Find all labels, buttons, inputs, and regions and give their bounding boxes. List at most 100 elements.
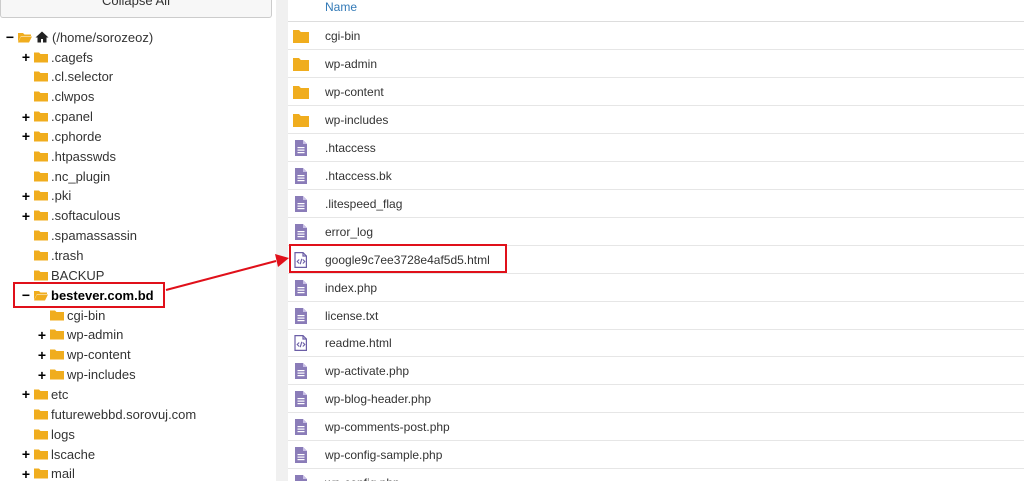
tree-item[interactable]: +.spamassassin: [20, 227, 137, 245]
folder-icon: [293, 113, 309, 127]
name-column-header[interactable]: Name: [288, 0, 1024, 22]
folder-icon: [34, 71, 48, 82]
tree-item-label: .cl.selector: [51, 69, 114, 85]
panel-divider[interactable]: [276, 0, 288, 481]
highlight-box-file: [289, 244, 507, 273]
text-file-icon: [295, 475, 307, 481]
tree-item-label: wp-includes: [67, 367, 136, 383]
tree-item-label: .cpanel: [51, 109, 93, 125]
file-row[interactable]: wp-comments-post.php: [288, 413, 1024, 442]
tree-item-label: mail: [51, 466, 75, 481]
tree-item-label: .cagefs: [51, 49, 93, 65]
folder-icon: [293, 30, 309, 43]
tree-item[interactable]: + .cagefs: [20, 48, 93, 66]
tree-item-label: .clwpos: [51, 89, 95, 105]
code-file-icon: [294, 335, 307, 352]
folder-icon: [34, 230, 48, 241]
tree-item[interactable]: + .pki: [20, 187, 71, 205]
tree-item[interactable]: + etc: [20, 385, 68, 403]
file-row[interactable]: wp-config.php: [288, 469, 1024, 481]
tree-item[interactable]: + .cphorde: [20, 127, 102, 145]
tree-item[interactable]: +futurewebbd.sorovuj.com: [20, 405, 196, 423]
expand-toggle-icon[interactable]: +: [20, 387, 32, 401]
folder-icon: [293, 85, 309, 99]
expand-toggle-icon[interactable]: +: [20, 50, 32, 64]
file-name: cgi-bin: [325, 29, 361, 43]
tree-item-label: .pki: [51, 188, 72, 204]
folder-icon: [34, 151, 48, 162]
file-row[interactable]: .htaccess: [288, 134, 1024, 162]
expand-toggle-icon[interactable]: +: [20, 467, 32, 481]
tree-item-label: cgi-bin: [67, 307, 106, 323]
file-row[interactable]: wp-includes: [288, 106, 1024, 134]
file-name: readme.html: [325, 336, 392, 351]
tree-item[interactable]: + wp-includes: [36, 366, 136, 384]
file-row[interactable]: wp-blog-header.php: [288, 385, 1024, 414]
folder-icon: [34, 52, 48, 62]
name-column-label[interactable]: Name: [325, 0, 357, 14]
file-row[interactable]: wp-content: [288, 78, 1024, 106]
tree-item-label: futurewebbd.sorovuj.com: [51, 406, 197, 422]
expand-toggle-icon[interactable]: +: [20, 129, 32, 143]
tree-root-label: (/home/sorozeoz): [52, 29, 154, 45]
text-file-icon: [295, 279, 307, 296]
file-row[interactable]: wp-activate.php: [288, 357, 1024, 386]
tree-item[interactable]: +.cl.selector: [20, 68, 113, 86]
tree-item[interactable]: +.htpasswds: [20, 147, 116, 165]
tree-item[interactable]: + wp-admin: [36, 326, 123, 344]
expand-toggle-icon[interactable]: +: [36, 348, 48, 362]
collapse-all-button[interactable]: Collapse All: [0, 0, 272, 18]
expand-toggle-icon[interactable]: +: [36, 328, 48, 342]
folder-icon: [34, 270, 48, 281]
tree-item-label: .spamassassin: [51, 228, 137, 244]
expand-toggle-icon[interactable]: +: [20, 110, 32, 124]
file-row[interactable]: license.txt: [288, 302, 1024, 330]
folder-icon: [50, 369, 64, 380]
expand-toggle-icon[interactable]: +: [36, 368, 48, 382]
highlight-box-folder: [13, 282, 165, 308]
folder-icon: [34, 91, 48, 102]
tree-item[interactable]: +logs: [20, 425, 75, 443]
expand-toggle-icon[interactable]: +: [20, 447, 32, 461]
file-row[interactable]: readme.html: [288, 329, 1024, 358]
file-name: wp-activate.php: [325, 364, 410, 379]
text-file-icon: [295, 195, 307, 212]
tree-item[interactable]: + mail: [20, 465, 75, 481]
tree-item[interactable]: + lscache: [20, 445, 95, 463]
tree-item[interactable]: +.clwpos: [20, 88, 94, 106]
tree-item[interactable]: + wp-content: [36, 346, 131, 364]
file-row[interactable]: .litespeed_flag: [288, 190, 1024, 218]
file-row[interactable]: cgi-bin: [288, 22, 1024, 50]
folder-icon: [34, 409, 48, 420]
tree-item[interactable]: +.trash: [20, 247, 84, 265]
tree-item-label: .trash: [51, 248, 84, 263]
tree-item[interactable]: + .softaculous: [20, 207, 120, 225]
file-name: wp-config.php: [325, 476, 400, 481]
text-file-icon: [295, 363, 307, 380]
folder-icon: [34, 111, 48, 122]
tree-item-label: .softaculous: [51, 208, 121, 224]
file-row[interactable]: wp-admin: [288, 50, 1024, 78]
tree-item-label: .cphorde: [51, 128, 102, 144]
tree-item-label: .nc_plugin: [51, 168, 111, 184]
file-name: wp-blog-header.php: [325, 392, 432, 407]
expand-toggle-icon[interactable]: +: [20, 189, 32, 203]
file-row[interactable]: .htaccess.bk: [288, 162, 1024, 190]
file-name: wp-includes: [325, 112, 389, 127]
file-row[interactable]: error_log: [288, 218, 1024, 246]
folder-icon: [34, 389, 48, 400]
file-row[interactable]: wp-config-sample.php: [288, 441, 1024, 470]
directory-tree-panel: Collapse All − (/home/sorozeoz) + .cagefs…: [0, 0, 276, 481]
tree-item[interactable]: +cgi-bin: [36, 306, 105, 324]
tree-item[interactable]: +.nc_plugin: [20, 167, 110, 185]
tree-item-label: BACKUP: [51, 267, 105, 283]
folder-icon: [293, 57, 309, 71]
tree-item[interactable]: + .cpanel: [20, 108, 93, 126]
expand-toggle-icon[interactable]: +: [20, 209, 32, 223]
text-file-icon: [295, 391, 307, 408]
tree-root[interactable]: − (/home/sorozeoz): [4, 28, 153, 46]
file-row[interactable]: index.php: [288, 274, 1024, 302]
collapse-toggle-icon[interactable]: −: [4, 30, 16, 44]
tree-item-label: wp-admin: [67, 327, 124, 343]
folder-icon: [50, 329, 64, 340]
